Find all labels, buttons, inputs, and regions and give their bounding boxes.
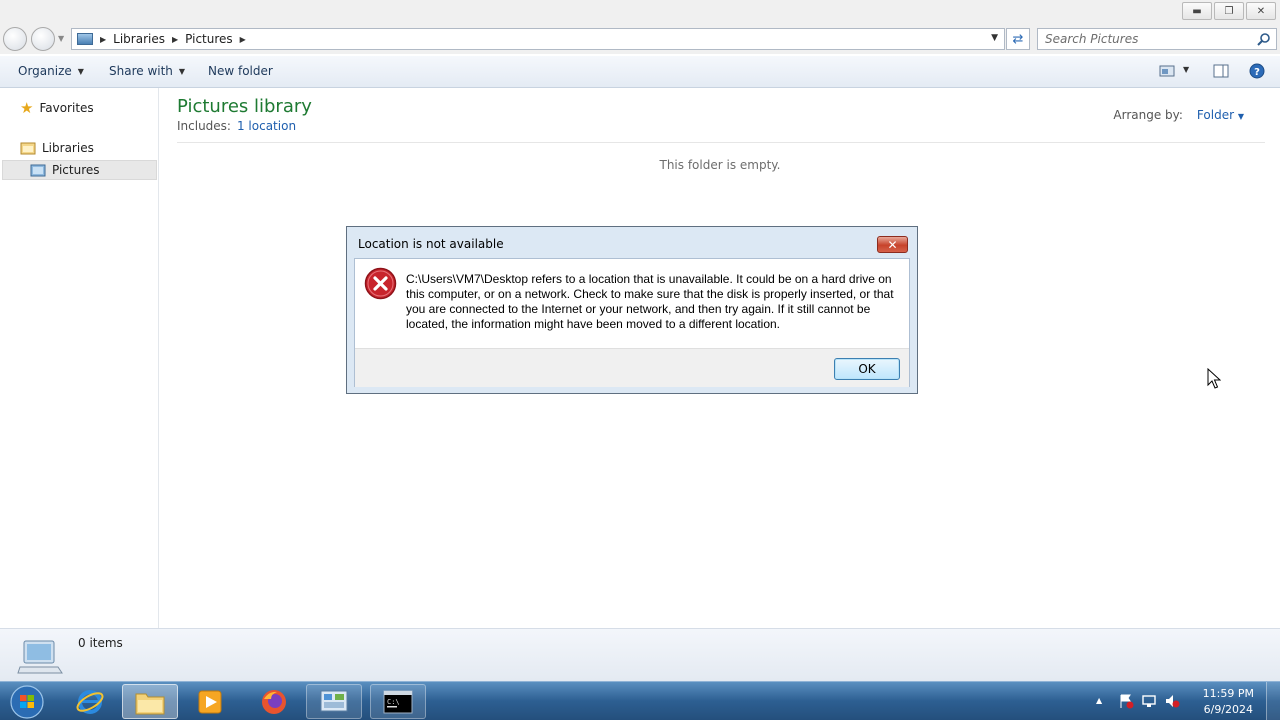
view-options-dropdown[interactable]: ▼ xyxy=(1183,65,1189,74)
taskbar-internet-explorer[interactable] xyxy=(62,684,118,719)
forward-button[interactable] xyxy=(31,27,55,51)
taskbar-control-panel[interactable] xyxy=(306,684,362,719)
chevron-down-icon: ▼ xyxy=(178,66,186,76)
includes-label: Includes: xyxy=(177,119,231,133)
computer-icon xyxy=(17,640,63,674)
pictures-folder-icon xyxy=(77,33,93,45)
preview-pane-icon[interactable] xyxy=(1213,64,1229,78)
arrange-by-value: Folder xyxy=(1196,108,1235,122)
help-icon[interactable]: ? xyxy=(1249,63,1265,79)
window-controls: ▬ ❐ ✕ xyxy=(1182,2,1276,20)
system-tray: ▲ 11:59 PM 6/9/2024 xyxy=(1090,682,1280,720)
refresh-icon: ⇄ xyxy=(1012,31,1024,47)
clock[interactable]: 11:59 PM 6/9/2024 xyxy=(1203,686,1254,718)
libraries-icon xyxy=(20,142,36,155)
includes-location-link[interactable]: 1 location xyxy=(237,119,296,133)
command-prompt-icon: C:\ xyxy=(383,690,413,713)
windows-logo-icon xyxy=(10,684,44,719)
chevron-down-icon: ▼ xyxy=(77,66,84,76)
dialog-body: C:\Users\VM7\Desktop refers to a locatio… xyxy=(354,258,910,387)
star-icon: ★ xyxy=(20,99,34,117)
share-with-button[interactable]: Share with ▼ xyxy=(109,64,185,78)
error-dialog: Location is not available ✕ C:\Users\VM7… xyxy=(346,226,918,394)
address-dropdown-icon[interactable]: ▼ xyxy=(991,33,998,43)
library-includes: Includes: 1 location xyxy=(177,119,296,133)
mouse-cursor-icon xyxy=(1207,368,1221,389)
arrange-by-label: Arrange by: xyxy=(1113,108,1183,122)
minimize-icon: ▬ xyxy=(1192,5,1202,17)
action-center-flag-icon[interactable] xyxy=(1118,693,1134,709)
dialog-title: Location is not available xyxy=(358,237,504,251)
control-panel-icon xyxy=(320,690,348,711)
change-view-icon[interactable] xyxy=(1159,64,1175,78)
clock-date: 6/9/2024 xyxy=(1203,703,1254,716)
taskbar-windows-explorer[interactable] xyxy=(122,684,178,719)
breadcrumb-arrow-icon[interactable]: ▶ xyxy=(240,35,246,44)
organize-label: Organize xyxy=(18,64,72,78)
search-input[interactable] xyxy=(1038,29,1248,49)
new-folder-button[interactable]: New folder xyxy=(208,64,273,78)
taskbar-command-prompt[interactable]: C:\ xyxy=(370,684,426,719)
details-pane: 0 items xyxy=(0,628,1280,681)
refresh-button[interactable]: ⇄ xyxy=(1006,28,1030,50)
command-bar: Organize ▼ Share with ▼ New folder ▼ ? xyxy=(0,56,1280,88)
nav-pictures-label: Pictures xyxy=(52,163,100,177)
close-button[interactable]: ✕ xyxy=(1246,2,1276,20)
firefox-icon xyxy=(262,689,286,714)
organize-button[interactable]: Organize ▼ xyxy=(18,64,84,78)
nav-libraries-label: Libraries xyxy=(42,141,94,155)
header-divider xyxy=(177,142,1265,143)
ok-button[interactable]: OK xyxy=(834,358,900,380)
chevron-down-icon: ▼ xyxy=(1183,65,1190,74)
svg-text:?: ? xyxy=(1254,67,1260,78)
minimize-button[interactable]: ▬ xyxy=(1182,2,1212,20)
empty-folder-message: This folder is empty. xyxy=(659,158,781,172)
address-row: ▼ ▶ Libraries ▶ Pictures ▶ ▼ ⇄ xyxy=(0,24,1280,54)
taskbar-firefox[interactable] xyxy=(246,684,302,719)
navigation-pane: ★ Favorites Libraries Pictures xyxy=(0,88,159,628)
error-icon xyxy=(364,267,397,300)
dialog-close-button[interactable]: ✕ xyxy=(877,236,908,253)
share-with-label: Share with xyxy=(109,64,173,78)
address-bar[interactable]: ▶ Libraries ▶ Pictures ▶ ▼ xyxy=(71,28,1005,50)
close-icon: ✕ xyxy=(887,237,898,252)
volume-muted-icon[interactable] xyxy=(1164,693,1180,709)
new-folder-label: New folder xyxy=(208,64,273,78)
dialog-message: C:\Users\VM7\Desktop refers to a locatio… xyxy=(406,272,894,331)
restore-button[interactable]: ❐ xyxy=(1214,2,1244,20)
arrange-by-dropdown[interactable]: Folder ▼ xyxy=(1197,108,1244,122)
restore-icon: ❐ xyxy=(1224,5,1234,17)
chevron-down-icon: ▼ xyxy=(1237,112,1244,121)
nav-favorites[interactable]: ★ Favorites xyxy=(20,99,94,117)
show-desktop-button[interactable] xyxy=(1266,682,1280,720)
dialog-footer: OK xyxy=(355,348,909,387)
taskbar: C:\ ▲ 11:59 PM 6/9/2024 xyxy=(0,681,1280,720)
library-title: Pictures library xyxy=(177,96,312,117)
network-icon[interactable] xyxy=(1141,693,1157,709)
search-box[interactable] xyxy=(1037,28,1277,50)
item-count: 0 items xyxy=(78,636,123,650)
nav-favorites-label: Favorites xyxy=(39,101,94,115)
window-titlebar: ▬ ❐ ✕ xyxy=(0,0,1280,24)
close-icon: ✕ xyxy=(1256,5,1266,17)
back-button[interactable] xyxy=(3,27,27,51)
folder-icon xyxy=(135,693,165,714)
recent-pages-dropdown[interactable]: ▼ xyxy=(58,34,64,43)
breadcrumb-pictures[interactable]: Pictures xyxy=(185,32,233,46)
show-hidden-icons-icon[interactable]: ▲ xyxy=(1096,696,1112,712)
arrange-by: Arrange by: Folder ▼ xyxy=(1113,108,1244,122)
internet-explorer-icon xyxy=(76,689,104,714)
search-icon[interactable] xyxy=(1257,32,1271,46)
breadcrumb-arrow-icon[interactable]: ▶ xyxy=(100,35,106,44)
breadcrumb-arrow-icon[interactable]: ▶ xyxy=(172,35,178,44)
media-player-icon xyxy=(198,690,222,713)
taskbar-media-player[interactable] xyxy=(182,684,238,719)
pictures-library-icon xyxy=(30,164,46,176)
clock-time: 11:59 PM xyxy=(1202,687,1254,700)
nav-libraries[interactable]: Libraries xyxy=(20,141,94,155)
breadcrumb-libraries[interactable]: Libraries xyxy=(113,32,165,46)
nav-pictures[interactable]: Pictures xyxy=(30,163,100,177)
svg-text:C:\: C:\ xyxy=(387,698,400,706)
start-button[interactable] xyxy=(0,684,54,719)
